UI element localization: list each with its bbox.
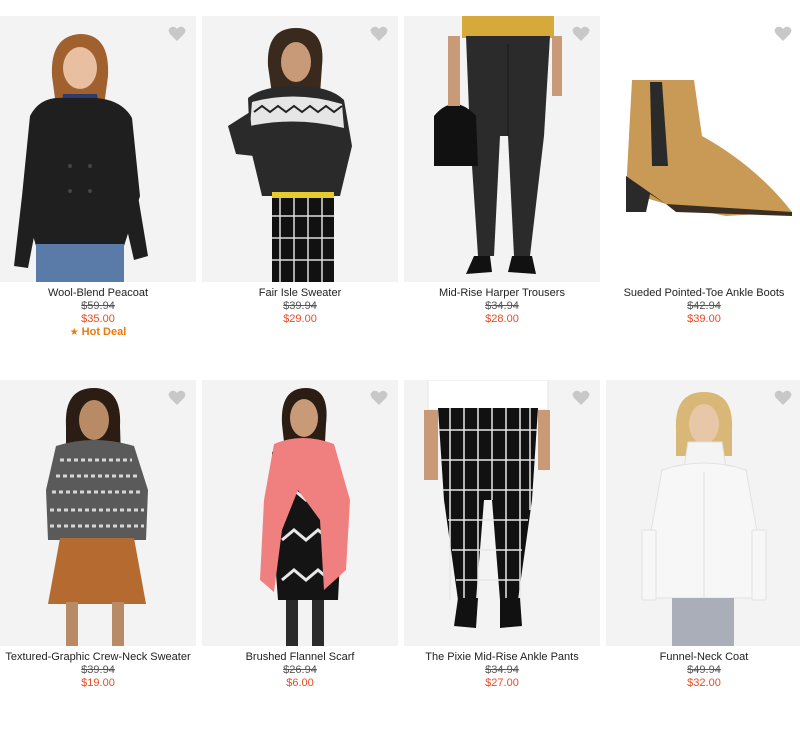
sale-price: $32.00 — [687, 677, 721, 689]
sale-price: $28.00 — [485, 313, 519, 325]
product-image[interactable] — [606, 380, 800, 646]
product-image[interactable] — [202, 380, 398, 646]
hot-deal-label: Hot Deal — [81, 326, 127, 338]
heart-icon[interactable] — [774, 390, 792, 406]
product-name[interactable]: Brushed Flannel Scarf — [202, 651, 398, 664]
original-price: $59.94 — [81, 300, 115, 312]
heart-icon[interactable] — [572, 390, 590, 406]
product-image[interactable] — [404, 16, 600, 282]
heart-icon[interactable] — [370, 26, 388, 42]
product-card[interactable]: Fair Isle Sweater $39.94 $29.00 — [202, 16, 398, 380]
heart-icon[interactable] — [572, 26, 590, 42]
sale-price: $27.00 — [485, 677, 519, 689]
heart-icon[interactable] — [774, 26, 792, 42]
product-name[interactable]: Wool-Blend Peacoat — [0, 287, 196, 300]
sale-price: $39.00 — [687, 313, 721, 325]
product-name[interactable]: Textured-Graphic Crew-Neck Sweater — [0, 651, 196, 664]
original-price: $42.94 — [687, 300, 721, 312]
product-grid: Wool-Blend Peacoat $59.94 $35.00 ★ Hot De… — [0, 16, 800, 744]
original-price: $34.94 — [485, 664, 519, 676]
heart-icon[interactable] — [370, 390, 388, 406]
product-card[interactable]: Textured-Graphic Crew-Neck Sweater $39.9… — [0, 380, 196, 744]
original-price: $26.94 — [283, 664, 317, 676]
product-image[interactable] — [0, 16, 196, 282]
product-card[interactable]: Wool-Blend Peacoat $59.94 $35.00 ★ Hot De… — [0, 16, 196, 380]
product-info: Sueded Pointed-Toe Ankle Boots $42.94 $3… — [606, 282, 800, 326]
original-price: $34.94 — [485, 300, 519, 312]
product-card[interactable]: The Pixie Mid-Rise Ankle Pants $34.94 $2… — [404, 380, 600, 744]
product-card[interactable]: Brushed Flannel Scarf $26.94 $6.00 — [202, 380, 398, 744]
sale-price: $6.00 — [286, 677, 314, 689]
product-image[interactable] — [606, 16, 800, 282]
product-name[interactable]: Fair Isle Sweater — [202, 287, 398, 300]
product-name[interactable]: The Pixie Mid-Rise Ankle Pants — [404, 651, 600, 664]
sale-price: $35.00 — [81, 313, 115, 325]
star-icon: ★ — [69, 327, 79, 338]
product-name[interactable]: Sueded Pointed-Toe Ankle Boots — [606, 287, 800, 300]
hot-deal-badge: ★ Hot Deal — [0, 326, 196, 339]
sale-price: $29.00 — [283, 313, 317, 325]
product-card[interactable]: Sueded Pointed-Toe Ankle Boots $42.94 $3… — [606, 16, 800, 380]
product-info: Textured-Graphic Crew-Neck Sweater $39.9… — [0, 646, 196, 690]
product-image[interactable] — [404, 380, 600, 646]
product-name[interactable]: Funnel-Neck Coat — [606, 651, 800, 664]
original-price: $39.94 — [81, 664, 115, 676]
product-card[interactable]: Mid-Rise Harper Trousers $34.94 $28.00 — [404, 16, 600, 380]
original-price: $39.94 — [283, 300, 317, 312]
heart-icon[interactable] — [168, 390, 186, 406]
product-info: Wool-Blend Peacoat $59.94 $35.00 ★ Hot De… — [0, 282, 196, 339]
product-info: Funnel-Neck Coat $49.94 $32.00 — [606, 646, 800, 690]
product-name[interactable]: Mid-Rise Harper Trousers — [404, 287, 600, 300]
sale-price: $19.00 — [81, 677, 115, 689]
product-image[interactable] — [202, 16, 398, 282]
product-info: Brushed Flannel Scarf $26.94 $6.00 — [202, 646, 398, 690]
product-info: Fair Isle Sweater $39.94 $29.00 — [202, 282, 398, 326]
product-image[interactable] — [0, 380, 196, 646]
heart-icon[interactable] — [168, 26, 186, 42]
product-info: The Pixie Mid-Rise Ankle Pants $34.94 $2… — [404, 646, 600, 690]
product-card[interactable]: Funnel-Neck Coat $49.94 $32.00 — [606, 380, 800, 744]
original-price: $49.94 — [687, 664, 721, 676]
product-info: Mid-Rise Harper Trousers $34.94 $28.00 — [404, 282, 600, 326]
